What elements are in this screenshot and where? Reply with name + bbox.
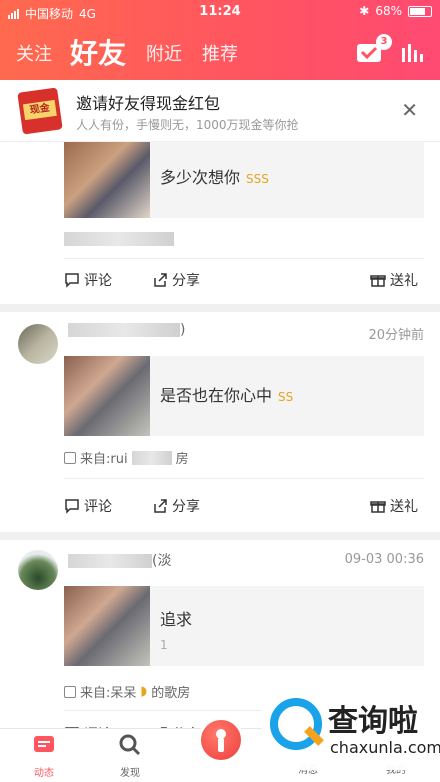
bar-chart-icon (402, 44, 423, 62)
banana-icon: ◗ (140, 684, 148, 699)
song-title: 追求 (160, 610, 193, 629)
ranking-button[interactable] (400, 40, 428, 66)
song-title: 多少次想你 (160, 168, 241, 187)
share-icon (154, 499, 167, 513)
feed-card: 多少次想你 SSS 评论 分享 送礼 (0, 142, 440, 304)
red-envelope-icon: 现金 (17, 87, 63, 135)
song-cover (64, 356, 150, 436)
search-icon (119, 734, 141, 756)
sing-button[interactable] (198, 717, 244, 763)
username[interactable]: (淡 (68, 550, 171, 570)
comment-button[interactable]: 评论 (64, 270, 112, 290)
watermark-logo-icon (270, 698, 322, 750)
share-button[interactable]: 分享 (152, 270, 200, 290)
nav-feed[interactable]: 动态 (14, 733, 74, 779)
post-time: 20分钟前 (368, 328, 424, 343)
tab-follow[interactable]: 关注 (16, 40, 52, 66)
gift-button[interactable]: 送礼 (370, 496, 418, 516)
divider (64, 478, 424, 479)
listen-count: 1 (160, 638, 168, 652)
watermark: 查询啦 chaxunla.com (262, 690, 440, 770)
username-tail: (淡 (152, 553, 172, 569)
source-tail: 房 (175, 452, 189, 467)
invite-title: 邀请好友得现金红包 (76, 94, 221, 113)
source-blurred (131, 450, 172, 465)
notifications-button[interactable]: 3 (356, 34, 392, 66)
score-tag: SS (278, 390, 294, 404)
source-blurred (64, 232, 174, 246)
feed-tabs: 关注 好友 附近 推荐 3 (0, 30, 440, 74)
gift-button[interactable]: 送礼 (370, 270, 418, 290)
bluetooth-icon: ✱ (359, 4, 370, 18)
gift-label: 送礼 (390, 499, 418, 515)
nav-discover[interactable]: 发现 (100, 733, 160, 779)
shared-song[interactable]: 追求 1 (64, 586, 424, 666)
score-tag: SSS (246, 172, 269, 186)
tab-recommend[interactable]: 推荐 (202, 40, 238, 66)
gift-icon (370, 501, 386, 513)
card-separator (0, 532, 440, 540)
invite-banner[interactable]: 现金 邀请好友得现金红包 人人有份，手慢则无，1000万现金等你抢 ✕ (0, 80, 440, 142)
feed-icon (34, 736, 54, 752)
source-line[interactable]: 来自:呆呆 ◗ 的歌房 (64, 682, 190, 701)
status-bar: 中国移动 4G 11:24 ✱ 68% (0, 0, 440, 24)
top-header: 中国移动 4G 11:24 ✱ 68% 关注 好友 附近 推荐 3 (0, 0, 440, 80)
tab-nearby[interactable]: 附近 (146, 40, 182, 66)
comment-icon (65, 499, 79, 514)
source-label: 来自:呆呆 (80, 686, 137, 701)
username-blurred (68, 323, 180, 337)
source-label: 来自:rui (80, 452, 128, 467)
share-label: 分享 (172, 499, 200, 515)
username-tail: ) (180, 322, 186, 338)
song-cover (64, 586, 150, 666)
close-icon[interactable]: ✕ (401, 98, 418, 122)
song-title: 是否也在你心中 (160, 386, 273, 405)
feed-card: ) 20分钟前 是否也在你心中 SS 来自:rui 房 评论 分享 送礼 (0, 312, 440, 532)
song-cover (64, 142, 150, 218)
avatar[interactable] (18, 324, 58, 364)
notification-badge: 3 (376, 34, 392, 50)
envelope-label: 现金 (22, 99, 57, 121)
watermark-en: chaxunla.com (330, 738, 440, 757)
divider (64, 258, 424, 259)
nav-feed-label: 动态 (34, 768, 54, 779)
post-time: 09-03 00:36 (344, 552, 424, 567)
share-icon (154, 273, 167, 287)
feed-list[interactable]: 多少次想你 SSS 评论 分享 送礼 ) 20分钟前 是否也在你心中 SS 来自… (0, 142, 440, 728)
username-blurred (68, 554, 152, 568)
watermark-cn: 查询啦 (328, 704, 418, 739)
battery-percent: 68% (375, 4, 402, 18)
gift-label: 送礼 (390, 273, 418, 289)
card-actions: 评论 分享 送礼 (0, 486, 440, 526)
source-line[interactable] (64, 232, 174, 246)
home-icon (64, 451, 76, 464)
comment-label: 评论 (84, 273, 112, 289)
gift-icon (370, 275, 386, 287)
shared-song[interactable]: 多少次想你 SSS (64, 142, 424, 218)
card-actions: 评论 分享 送礼 (0, 260, 440, 300)
comment-label: 评论 (84, 499, 112, 515)
battery-icon (408, 5, 432, 17)
avatar[interactable] (18, 550, 58, 590)
card-separator (0, 304, 440, 312)
shared-song[interactable]: 是否也在你心中 SS (64, 356, 424, 436)
tab-friends[interactable]: 好友 (70, 32, 126, 72)
source-line[interactable]: 来自:rui 房 (64, 448, 189, 467)
home-icon (64, 685, 76, 698)
source-tail: 的歌房 (151, 686, 191, 701)
username[interactable]: ) (68, 322, 185, 338)
share-label: 分享 (172, 273, 200, 289)
nav-discover-label: 发现 (120, 768, 140, 779)
comment-icon (65, 273, 79, 288)
share-button[interactable]: 分享 (152, 496, 200, 516)
comment-button[interactable]: 评论 (64, 496, 112, 516)
invite-subtitle: 人人有份，手慢则无，1000万现金等你抢 (76, 118, 299, 132)
microphone-icon (216, 729, 226, 752)
